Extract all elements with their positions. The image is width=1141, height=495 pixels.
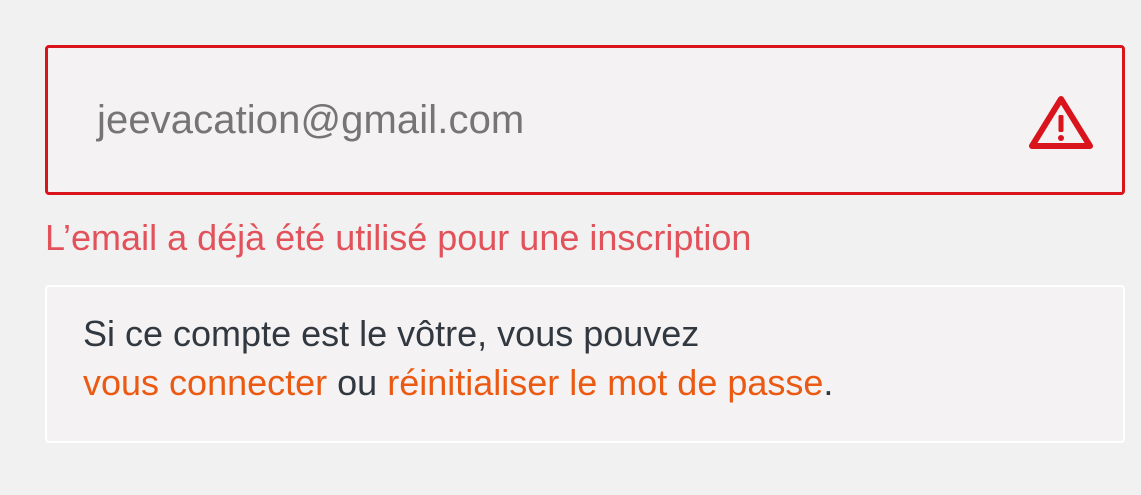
error-message: L’email a déjà été utilisé pour une insc… — [45, 217, 752, 258]
account-exists-notice: Si ce compte est le vôtre, vous pouvez v… — [45, 285, 1125, 443]
email-value[interactable]: jeevacation@gmail.com — [97, 97, 524, 143]
email-field[interactable]: jeevacation@gmail.com — [45, 45, 1125, 195]
notice-separator: ou — [327, 362, 388, 403]
notice-text: Si ce compte est le vôtre, vous pouvez — [83, 313, 700, 354]
notice-actions: vous connecter ou réinitialiser le mot d… — [83, 360, 833, 406]
reset-password-link[interactable]: réinitialiser le mot de passe — [387, 362, 823, 403]
login-link[interactable]: vous connecter — [83, 362, 327, 403]
notice-end: . — [823, 362, 834, 403]
warning-triangle-icon — [1029, 96, 1093, 149]
